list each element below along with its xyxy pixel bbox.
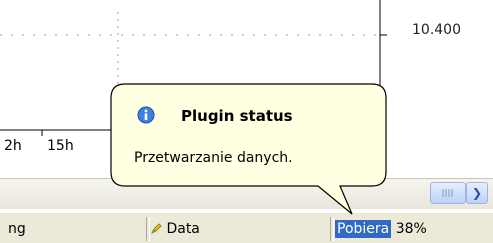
balloon-title: Plugin status bbox=[181, 107, 293, 125]
balloon-message: Przetwarzanie danych. bbox=[134, 150, 293, 166]
balloon-shape bbox=[110, 83, 387, 215]
info-icon bbox=[137, 106, 155, 124]
